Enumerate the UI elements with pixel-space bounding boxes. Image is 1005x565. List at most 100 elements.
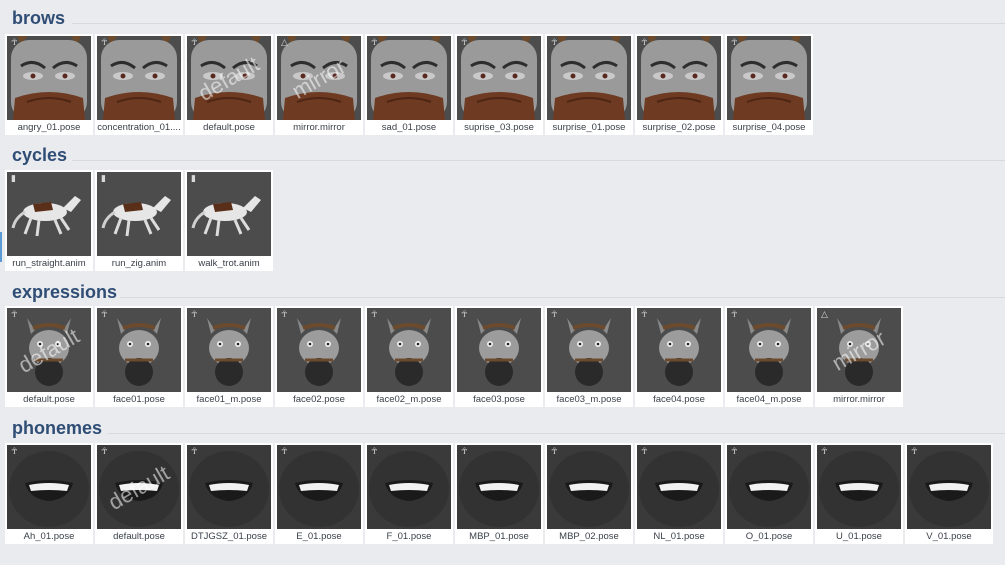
asset-tile[interactable]: ☥ face04.pose <box>635 306 723 407</box>
asset-tile[interactable]: ▮ run_zig.anim <box>95 170 183 271</box>
pose-icon: ☥ <box>551 310 558 320</box>
asset-thumbnail: ☥ <box>7 36 91 120</box>
asset-label: F_01.pose <box>386 531 432 542</box>
asset-label: default.pose <box>23 394 75 405</box>
section-divider <box>120 297 1005 298</box>
asset-thumbnail: ☥ <box>637 308 721 392</box>
asset-tile[interactable]: ☥ concentration_01.... <box>95 34 183 135</box>
asset-tile[interactable]: ▮ run_straight.anim <box>5 170 93 271</box>
asset-tile[interactable]: ☥ NL_01.pose <box>635 443 723 544</box>
asset-tile[interactable]: △ mirror mirror.mirror <box>815 306 903 407</box>
asset-tile[interactable]: ☥ surprise_04.pose <box>725 34 813 135</box>
asset-tile[interactable]: ☥ default default.pose <box>5 306 93 407</box>
asset-tile[interactable]: ☥ face02.pose <box>275 306 363 407</box>
asset-label: sad_01.pose <box>381 122 437 133</box>
asset-thumbnail: ☥ default <box>187 36 271 120</box>
asset-tile[interactable]: ☥ U_01.pose <box>815 443 903 544</box>
asset-label: default.pose <box>203 122 255 133</box>
pose-icon: ☥ <box>461 38 468 48</box>
asset-tile[interactable]: ☥ face01.pose <box>95 306 183 407</box>
asset-label: U_01.pose <box>836 531 882 542</box>
asset-thumbnail: ☥ <box>457 36 541 120</box>
asset-label: NL_01.pose <box>653 531 705 542</box>
asset-thumbnail: △ mirror <box>817 308 901 392</box>
section-title: brows <box>12 8 66 28</box>
asset-tile[interactable]: ☥ face01_m.pose <box>185 306 273 407</box>
asset-tile[interactable]: ☥ sad_01.pose <box>365 34 453 135</box>
asset-label: face02.pose <box>293 394 345 405</box>
pose-icon: ☥ <box>191 447 198 457</box>
asset-tile[interactable]: ☥ default default.pose <box>95 443 183 544</box>
pose-icon: ☥ <box>461 447 468 457</box>
pose-icon: ☥ <box>551 447 558 457</box>
asset-tile[interactable]: ☥ surprise_02.pose <box>635 34 723 135</box>
asset-thumbnail: ☥ <box>817 445 901 529</box>
pose-icon: ☥ <box>191 310 198 320</box>
pose-icon: ☥ <box>911 447 918 457</box>
asset-thumbnail: ☥ <box>727 36 811 120</box>
anim-icon: ▮ <box>191 174 196 184</box>
anim-icon: ▮ <box>101 174 106 184</box>
asset-tile[interactable]: ▮ walk_trot.anim <box>185 170 273 271</box>
asset-tile[interactable]: ☥ face03.pose <box>455 306 543 407</box>
asset-tile[interactable]: ☥ face04_m.pose <box>725 306 813 407</box>
asset-label: walk_trot.anim <box>198 258 260 269</box>
asset-tile[interactable]: ☥ default default.pose <box>185 34 273 135</box>
pose-icon: ☥ <box>731 447 738 457</box>
asset-label: angry_01.pose <box>17 122 81 133</box>
asset-thumbnail: ▮ <box>7 172 91 256</box>
asset-label: MBP_02.pose <box>559 531 619 542</box>
pose-icon: ☥ <box>371 38 378 48</box>
pose-icon: ☥ <box>101 310 108 320</box>
asset-label: face04.pose <box>653 394 705 405</box>
asset-tile[interactable]: ☥ surprise_01.pose <box>545 34 633 135</box>
asset-thumbnail: ☥ <box>97 36 181 120</box>
section-header-phonemes[interactable]: phonemes <box>0 416 1005 442</box>
section-title: phonemes <box>12 418 103 438</box>
section-header-expressions[interactable]: expressions <box>0 280 1005 306</box>
asset-label: face02_m.pose <box>376 394 442 405</box>
asset-label: run_straight.anim <box>12 258 86 269</box>
asset-tile[interactable]: ☥ DTJGSZ_01.pose <box>185 443 273 544</box>
asset-thumbnail: ☥ <box>727 445 811 529</box>
asset-label: face04_m.pose <box>736 394 802 405</box>
section-title: cycles <box>12 145 68 165</box>
pose-icon: ☥ <box>821 447 828 457</box>
section-title: expressions <box>12 282 118 302</box>
asset-tile[interactable]: ☥ face03_m.pose <box>545 306 633 407</box>
asset-tile[interactable]: ☥ suprise_03.pose <box>455 34 543 135</box>
asset-thumbnail: ☥ <box>277 445 361 529</box>
pose-icon: ☥ <box>101 447 108 457</box>
asset-thumbnail: ☥ <box>547 308 631 392</box>
asset-tile[interactable]: ☥ F_01.pose <box>365 443 453 544</box>
asset-tile[interactable]: ☥ Ah_01.pose <box>5 443 93 544</box>
pose-icon: ☥ <box>641 310 648 320</box>
asset-label: surprise_01.pose <box>552 122 626 133</box>
asset-thumbnail: ☥ default <box>7 308 91 392</box>
asset-thumbnail: ☥ <box>547 445 631 529</box>
asset-tile[interactable]: △ mirror mirror.mirror <box>275 34 363 135</box>
asset-thumbnail: ☥ <box>727 308 811 392</box>
pose-icon: ☥ <box>11 310 18 320</box>
pose-icon: ☥ <box>641 38 648 48</box>
pose-icon: ☥ <box>731 38 738 48</box>
pose-icon: ☥ <box>11 447 18 457</box>
pose-icon: ☥ <box>11 38 18 48</box>
asset-tile[interactable]: ☥ V_01.pose <box>905 443 993 544</box>
section-header-brows[interactable]: brows <box>0 6 1005 32</box>
pose-icon: ☥ <box>371 447 378 457</box>
asset-thumbnail: ☥ <box>187 445 271 529</box>
section-header-cycles[interactable]: cycles <box>0 143 1005 169</box>
asset-thumbnail: ▮ <box>187 172 271 256</box>
asset-tile[interactable]: ☥ angry_01.pose <box>5 34 93 135</box>
asset-tile[interactable]: ☥ E_01.pose <box>275 443 363 544</box>
asset-label: E_01.pose <box>296 531 342 542</box>
anim-icon: ▮ <box>11 174 16 184</box>
asset-label: surprise_04.pose <box>732 122 806 133</box>
asset-tile[interactable]: ☥ face02_m.pose <box>365 306 453 407</box>
asset-tile[interactable]: ☥ O_01.pose <box>725 443 813 544</box>
asset-tile[interactable]: ☥ MBP_01.pose <box>455 443 543 544</box>
asset-label: DTJGSZ_01.pose <box>190 531 268 542</box>
asset-tile[interactable]: ☥ MBP_02.pose <box>545 443 633 544</box>
asset-label: Ah_01.pose <box>23 531 75 542</box>
